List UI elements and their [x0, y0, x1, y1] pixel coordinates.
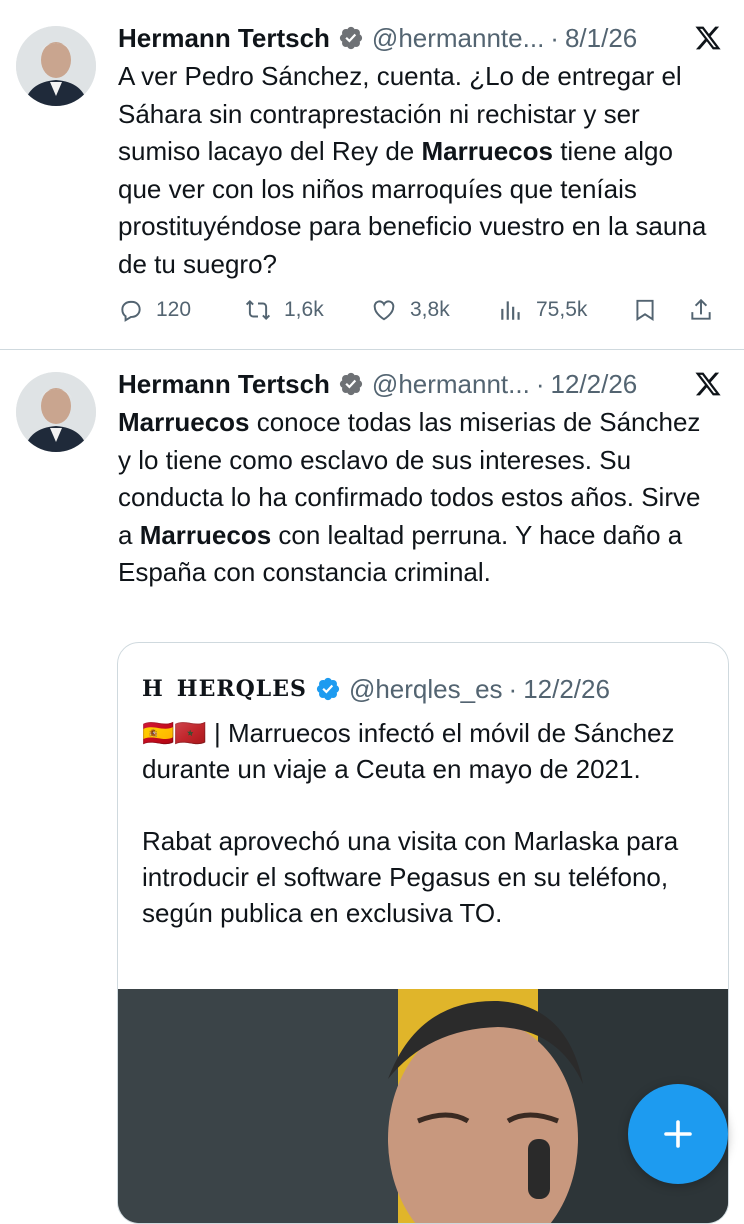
separator-dot: · [508, 673, 518, 704]
repost-button[interactable]: 1,6k [244, 297, 370, 323]
share-button[interactable] [688, 297, 718, 323]
quote-header: H HERQLES @herqles_es · 12/2/26 [142, 669, 610, 709]
author-name[interactable]: Hermann Tertsch [118, 23, 330, 54]
x-logo-icon [695, 372, 721, 396]
views-icon [501, 301, 520, 320]
quote-author-handle[interactable]: @herqles_es [349, 674, 503, 705]
tweet-date[interactable]: 12/2/26 [551, 369, 638, 400]
author-handle[interactable]: @hermannte... [372, 23, 544, 54]
tweet-1[interactable]: Hermann Tertsch @hermannte... · 8/1/26 A… [0, 0, 744, 350]
bookmark-button[interactable] [632, 297, 688, 323]
verified-badge-icon [338, 371, 364, 397]
quote-date[interactable]: 12/2/26 [523, 674, 610, 705]
text-segment-bold: Marruecos [421, 136, 553, 166]
tweet-header: Hermann Tertsch @hermannt... · 12/2/26 [118, 364, 724, 404]
share-icon [691, 298, 711, 320]
author-handle[interactable]: @hermannt... [372, 369, 530, 400]
reply-count: 120 [156, 298, 192, 321]
tweet-text: A ver Pedro Sánchez, cuenta. ¿Lo de entr… [118, 58, 718, 283]
herqles-logo: H [142, 676, 163, 702]
quote-line-1: | Marruecos infectó el móvil de Sánchez … [142, 718, 675, 784]
quote-text: 🇪🇸🇲🇦 | Marruecos infectó el móvil de Sán… [142, 715, 712, 931]
author-name[interactable]: Hermann Tertsch [118, 369, 330, 400]
author-avatar[interactable] [16, 372, 96, 452]
quote-author-name[interactable]: HERQLES [177, 676, 307, 702]
verified-badge-icon [315, 676, 341, 702]
like-count: 3,8k [410, 298, 450, 321]
tweet-text: Marruecos conoce todas las miserias de S… [118, 404, 718, 592]
text-segment-bold: Marruecos [139, 519, 272, 550]
plus-icon [664, 1120, 692, 1148]
author-avatar[interactable] [16, 26, 96, 106]
views-button[interactable]: 75,5k [498, 297, 632, 323]
repost-count: 1,6k [284, 298, 324, 321]
heart-icon [373, 300, 395, 321]
quote-line-2: Rabat aprovechó una visita con Marlaska … [142, 826, 679, 928]
x-logo-icon [695, 26, 721, 50]
view-count: 75,5k [536, 298, 588, 321]
flag-emojis: 🇪🇸🇲🇦 [142, 718, 207, 748]
repost-icon [245, 299, 271, 321]
tweet-header: Hermann Tertsch @hermannte... · 8/1/26 [118, 18, 724, 58]
text-segment-bold: Marruecos [118, 407, 250, 437]
reply-icon [121, 300, 141, 322]
avatar-photo [16, 26, 96, 106]
tweet-date[interactable]: 8/1/26 [565, 23, 637, 54]
verified-badge-icon [338, 25, 364, 51]
tweet-actions: 120 1,6k 3,8k 75,5k [118, 290, 728, 330]
avatar-photo [16, 372, 96, 452]
separator-dot: · [535, 368, 545, 399]
bookmark-icon [636, 299, 654, 321]
like-button[interactable]: 3,8k [370, 297, 498, 323]
compose-button[interactable] [628, 1084, 728, 1184]
reply-button[interactable]: 120 [118, 297, 244, 323]
separator-dot: · [550, 22, 559, 53]
